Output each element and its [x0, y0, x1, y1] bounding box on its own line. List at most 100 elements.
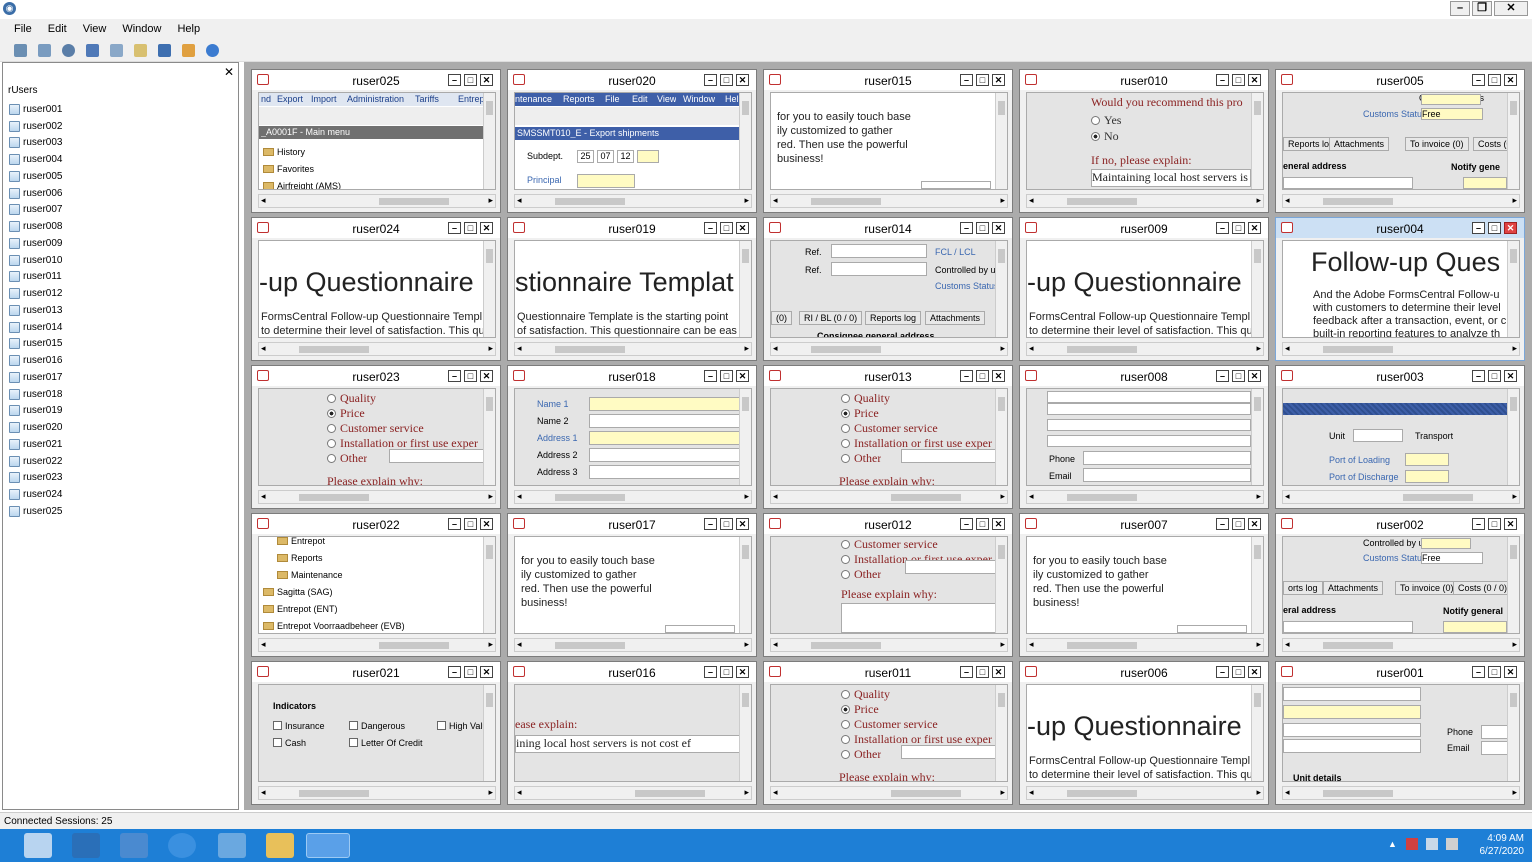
session-window-ruser023[interactable]: ruser023 – □ ✕ Quality Price Customer service I…	[251, 365, 501, 509]
session-maximize-button[interactable]: □	[464, 222, 477, 234]
scroll-right-icon[interactable]: ▸	[744, 195, 749, 206]
field[interactable]	[921, 181, 991, 189]
scroll-right-icon[interactable]: ▸	[1000, 491, 1005, 502]
indicator-checkbox[interactable]: Insurance	[273, 721, 325, 731]
horizontal-scrollbar[interactable]: ◂ ▸	[514, 638, 752, 652]
option-radio[interactable]: Quality	[327, 391, 376, 406]
session-title-bar[interactable]: ruser024 – □ ✕	[252, 218, 500, 238]
session-maximize-button[interactable]: □	[464, 370, 477, 382]
session-maximize-button[interactable]: □	[1488, 666, 1501, 678]
horizontal-scrollbar[interactable]: ◂ ▸	[770, 342, 1008, 356]
scroll-right-icon[interactable]: ▸	[488, 491, 493, 502]
field[interactable]	[1047, 419, 1251, 431]
menu-view[interactable]: View	[83, 23, 107, 35]
scroll-left-icon[interactable]: ◂	[773, 195, 778, 206]
scroll-right-icon[interactable]: ▸	[488, 343, 493, 354]
horizontal-scrollbar[interactable]: ◂ ▸	[1282, 786, 1520, 800]
option-radio[interactable]: Price	[327, 406, 365, 421]
tray-flag-icon[interactable]	[1406, 838, 1418, 850]
scroll-left-icon[interactable]: ◂	[1029, 787, 1034, 798]
tray-chevron-icon[interactable]: ▲	[1388, 839, 1397, 849]
customs-select[interactable]: Free	[1421, 552, 1483, 564]
indicator-checkbox[interactable]: Dangerous	[349, 721, 405, 731]
session-viewport[interactable]: nd Export Import Administration Tariffs Entre…	[258, 92, 496, 190]
option-radio[interactable]: Other	[841, 567, 881, 582]
vertical-scrollbar[interactable]	[995, 685, 1007, 781]
tree-item[interactable]: Sagitta (SAG)	[263, 587, 333, 597]
session-close-button[interactable]: ✕	[736, 666, 749, 678]
session-maximize-button[interactable]: □	[1232, 518, 1245, 530]
user-list-item[interactable]: ruser015	[9, 336, 234, 353]
session-viewport[interactable]: stionnaire Templat Questionnaire Template…	[514, 240, 752, 338]
session-close-button[interactable]: ✕	[480, 370, 493, 382]
session-window-ruser007[interactable]: ruser007 – □ ✕ for you to easily touch base i…	[1019, 513, 1269, 657]
session-minimize-button[interactable]: –	[448, 518, 461, 530]
horizontal-scrollbar[interactable]: ◂ ▸	[514, 786, 752, 800]
scroll-left-icon[interactable]: ◂	[773, 343, 778, 354]
scroll-thumb[interactable]	[1067, 198, 1137, 205]
session-window-ruser009[interactable]: ruser009 – □ ✕ -up Questionnaire FormsCentral…	[1019, 217, 1269, 361]
user-list-item[interactable]: ruser011	[9, 269, 234, 286]
field[interactable]	[637, 150, 659, 163]
session-viewport[interactable]: Phone Email Unit details	[1282, 684, 1520, 782]
field[interactable]	[665, 625, 735, 633]
address-field[interactable]	[589, 414, 741, 428]
horizontal-scrollbar[interactable]: ◂ ▸	[770, 194, 1008, 208]
user-list-item[interactable]: ruser017	[9, 369, 234, 386]
address-field[interactable]	[1283, 177, 1413, 189]
tree-item[interactable]: History	[263, 147, 305, 157]
session-maximize-button[interactable]: □	[976, 370, 989, 382]
user-list-item[interactable]: ruser007	[9, 202, 234, 219]
user-list-item[interactable]: ruser008	[9, 218, 234, 235]
horizontal-scrollbar[interactable]: ◂ ▸	[258, 490, 496, 504]
controlled-field[interactable]	[1421, 94, 1481, 105]
session-minimize-button[interactable]: –	[704, 518, 717, 530]
vertical-scrollbar[interactable]	[739, 685, 751, 781]
session-minimize-button[interactable]: –	[448, 666, 461, 678]
session-viewport[interactable]: Entrepot Reports Maintenance Sagitta (SAG) E…	[258, 536, 496, 634]
session-close-button[interactable]: ✕	[992, 370, 1005, 382]
vertical-scrollbar[interactable]	[483, 241, 495, 337]
vertical-scrollbar[interactable]	[1507, 389, 1519, 485]
session-close-button[interactable]: ✕	[480, 222, 493, 234]
menu-file[interactable]: File	[14, 23, 32, 35]
powershell-icon[interactable]	[72, 833, 100, 858]
session-minimize-button[interactable]: –	[448, 370, 461, 382]
explain-textbox[interactable]: ining local host servers is not cost ef	[515, 735, 741, 753]
session-close-button[interactable]: ✕	[480, 74, 493, 86]
session-viewport[interactable]: Would you recommend this pro Yes No If no, …	[1026, 92, 1264, 190]
option-radio[interactable]: Other	[841, 451, 881, 466]
scroll-thumb[interactable]	[555, 346, 625, 353]
user-list-item[interactable]: ruser019	[9, 403, 234, 420]
minimize-button[interactable]: –	[1450, 1, 1470, 16]
scroll-right-icon[interactable]: ▸	[744, 787, 749, 798]
scroll-left-icon[interactable]: ◂	[1285, 343, 1290, 354]
scroll-right-icon[interactable]: ▸	[744, 343, 749, 354]
scroll-left-icon[interactable]: ◂	[1285, 639, 1290, 650]
scroll-right-icon[interactable]: ▸	[1512, 639, 1517, 650]
internet-explorer-icon[interactable]	[168, 833, 196, 858]
session-minimize-button[interactable]: –	[1472, 666, 1485, 678]
session-maximize-button[interactable]: □	[976, 222, 989, 234]
session-close-button[interactable]: ✕	[1504, 518, 1517, 530]
scroll-right-icon[interactable]: ▸	[1256, 195, 1261, 206]
user-list-item[interactable]: ruser010	[9, 252, 234, 269]
session-title-bar[interactable]: ruser002 – □ ✕	[1276, 514, 1524, 534]
users-icon[interactable]	[158, 43, 171, 57]
session-maximize-button[interactable]: □	[1232, 222, 1245, 234]
menu-edit[interactable]: Edit	[48, 23, 67, 35]
month-field[interactable]: 07	[597, 150, 614, 163]
session-viewport[interactable]: Quality Price Customer service Installation…	[770, 684, 1008, 782]
fit-icon[interactable]	[182, 43, 195, 57]
session-title-bar[interactable]: ruser011 – □ ✕	[764, 662, 1012, 682]
session-maximize-button[interactable]: □	[720, 74, 733, 86]
customs-select[interactable]: Free	[1421, 108, 1483, 120]
session-close-button[interactable]: ✕	[1248, 518, 1261, 530]
indicator-checkbox[interactable]: High Valu	[437, 721, 487, 731]
session-maximize-button[interactable]: □	[1488, 222, 1501, 234]
session-minimize-button[interactable]: –	[704, 666, 717, 678]
scroll-right-icon[interactable]: ▸	[1000, 343, 1005, 354]
session-window-ruser002[interactable]: ruser002 – □ ✕ Controlled by us Customs Statu…	[1275, 513, 1525, 657]
other-field[interactable]	[905, 560, 997, 574]
option-radio[interactable]: Customer service	[841, 537, 938, 552]
